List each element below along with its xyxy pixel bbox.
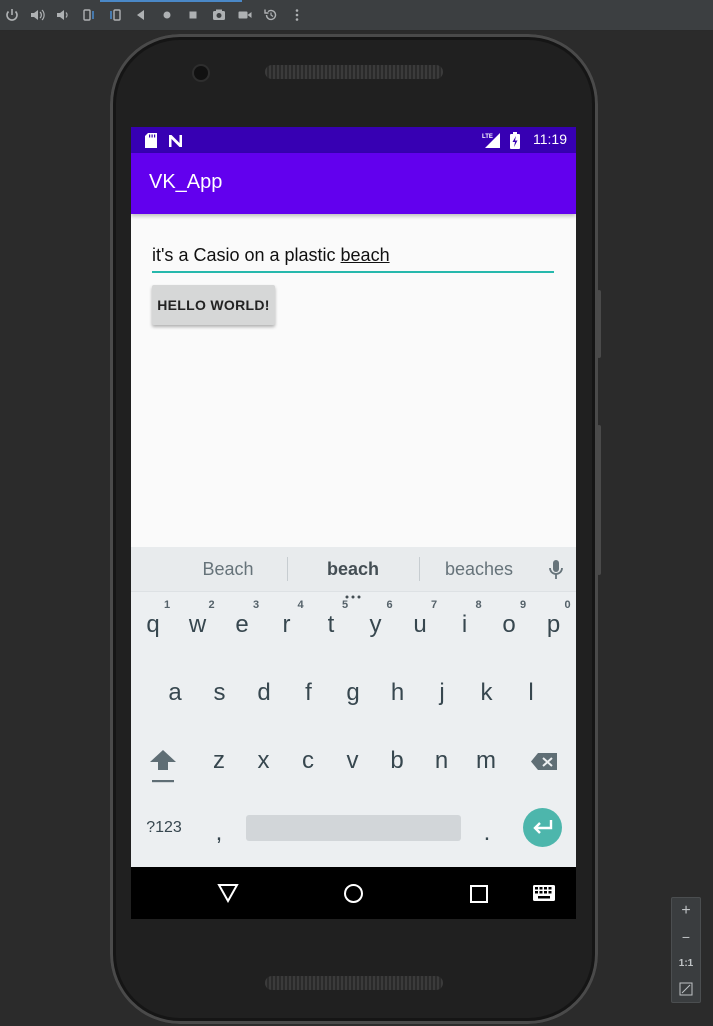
key-t[interactable]: t xyxy=(311,611,351,639)
volume-up-icon[interactable] xyxy=(29,7,45,23)
zoom-in-button[interactable]: + xyxy=(672,902,700,920)
hello-world-button[interactable]: HELLO WORLD! xyxy=(152,285,275,325)
key-a[interactable]: a xyxy=(155,679,195,707)
space-key[interactable] xyxy=(246,815,461,841)
app-title: VK_App xyxy=(149,171,223,193)
key-u[interactable]: u xyxy=(400,611,440,639)
back-icon[interactable] xyxy=(133,7,149,23)
enter-key[interactable] xyxy=(523,808,562,847)
lte-signal-icon: LTE xyxy=(481,131,501,149)
keyboard-switch-icon[interactable] xyxy=(533,885,555,901)
zoom-panel: + − 1:1 xyxy=(671,897,701,1003)
suggestion-more-dots xyxy=(345,584,361,599)
key-hint: 8 xyxy=(475,599,482,611)
comma-key[interactable]: , xyxy=(199,819,239,847)
active-tab-indicator xyxy=(100,0,242,2)
back-triangle-icon[interactable] xyxy=(217,883,239,904)
rewind-icon[interactable] xyxy=(263,7,279,23)
key-j[interactable]: j xyxy=(422,679,462,707)
key-hint: 5 xyxy=(342,599,349,611)
symbols-key[interactable]: ?123 xyxy=(143,819,185,837)
key-h[interactable]: h xyxy=(378,679,418,707)
top-speaker xyxy=(265,65,443,79)
key-d[interactable]: d xyxy=(244,679,284,707)
suggestion-strip: Beach beach beaches xyxy=(131,547,576,599)
key-p[interactable]: p xyxy=(534,611,574,639)
backspace-key[interactable] xyxy=(529,751,559,773)
rotate-left-icon[interactable] xyxy=(81,7,97,23)
key-hint: 6 xyxy=(386,599,393,611)
suggestion-item[interactable]: beach xyxy=(288,559,418,580)
key-s[interactable]: s xyxy=(200,679,240,707)
app-bar: VK_App xyxy=(131,153,576,214)
emulator-toolbar xyxy=(0,0,713,31)
key-hint: 0 xyxy=(564,599,571,611)
key-hint: 3 xyxy=(253,599,260,611)
device-screen: LTE 11:19 VK_App it's a Casio on a plast… xyxy=(131,127,576,919)
key-hint: 2 xyxy=(208,599,215,611)
key-hint: 4 xyxy=(297,599,304,611)
overview-icon[interactable] xyxy=(185,7,201,23)
suggestion-item[interactable]: beaches xyxy=(414,559,544,580)
power-icon[interactable] xyxy=(4,7,20,23)
input-composing-word: beach xyxy=(340,245,390,265)
soft-keyboard: Beach beach beaches q1w2e3r4t5y6u7i8o9p0… xyxy=(131,547,576,867)
home-circle-icon[interactable] xyxy=(343,883,364,904)
sd-card-icon xyxy=(145,133,157,148)
status-time: 11:19 xyxy=(533,131,567,147)
nfc-n-icon xyxy=(168,133,183,147)
key-r[interactable]: r xyxy=(267,611,307,639)
input-text: it's a Casio on a plastic xyxy=(152,245,341,265)
key-x[interactable]: x xyxy=(244,747,284,775)
navigation-bar xyxy=(131,867,576,919)
key-w[interactable]: w xyxy=(178,611,218,639)
screenshot-icon[interactable] xyxy=(211,7,227,23)
key-f[interactable]: f xyxy=(289,679,329,707)
zoom-one-to-one-button[interactable]: 1:1 xyxy=(672,958,700,969)
key-q[interactable]: q xyxy=(133,611,173,639)
enter-arrow-icon xyxy=(533,820,553,834)
more-icon[interactable] xyxy=(289,7,305,23)
key-v[interactable]: v xyxy=(333,747,373,775)
key-o[interactable]: o xyxy=(489,611,529,639)
period-key[interactable]: . xyxy=(467,819,507,847)
key-e[interactable]: e xyxy=(222,611,262,639)
key-y[interactable]: y xyxy=(356,611,396,639)
home-icon[interactable] xyxy=(159,7,175,23)
key-c[interactable]: c xyxy=(288,747,328,775)
key-hint: 7 xyxy=(431,599,438,611)
bottom-speaker xyxy=(265,976,443,990)
microphone-icon[interactable] xyxy=(547,559,565,581)
key-hint: 1 xyxy=(164,599,171,611)
record-icon[interactable] xyxy=(237,7,253,23)
key-hint: 9 xyxy=(520,599,527,611)
status-bar: LTE 11:19 xyxy=(131,127,576,153)
key-i[interactable]: i xyxy=(445,611,485,639)
rotate-right-icon[interactable] xyxy=(107,7,123,23)
shift-key[interactable] xyxy=(145,745,181,787)
key-n[interactable]: n xyxy=(422,747,462,775)
key-l[interactable]: l xyxy=(511,679,551,707)
side-button-volume[interactable] xyxy=(597,425,601,575)
battery-charging-icon xyxy=(510,132,520,149)
key-k[interactable]: k xyxy=(467,679,507,707)
volume-down-icon[interactable] xyxy=(55,7,71,23)
key-z[interactable]: z xyxy=(199,747,239,775)
svg-text:LTE: LTE xyxy=(482,134,493,140)
key-g[interactable]: g xyxy=(333,679,373,707)
recents-square-icon[interactable] xyxy=(470,885,488,903)
front-camera xyxy=(194,66,208,80)
side-button-power[interactable] xyxy=(597,290,601,358)
zoom-out-button[interactable]: − xyxy=(672,929,700,945)
key-m[interactable]: m xyxy=(466,747,506,775)
suggestion-item[interactable]: Beach xyxy=(163,559,293,580)
fit-screen-icon[interactable] xyxy=(672,982,700,1001)
key-b[interactable]: b xyxy=(377,747,417,775)
text-input[interactable]: it's a Casio on a plastic beach xyxy=(152,241,554,273)
